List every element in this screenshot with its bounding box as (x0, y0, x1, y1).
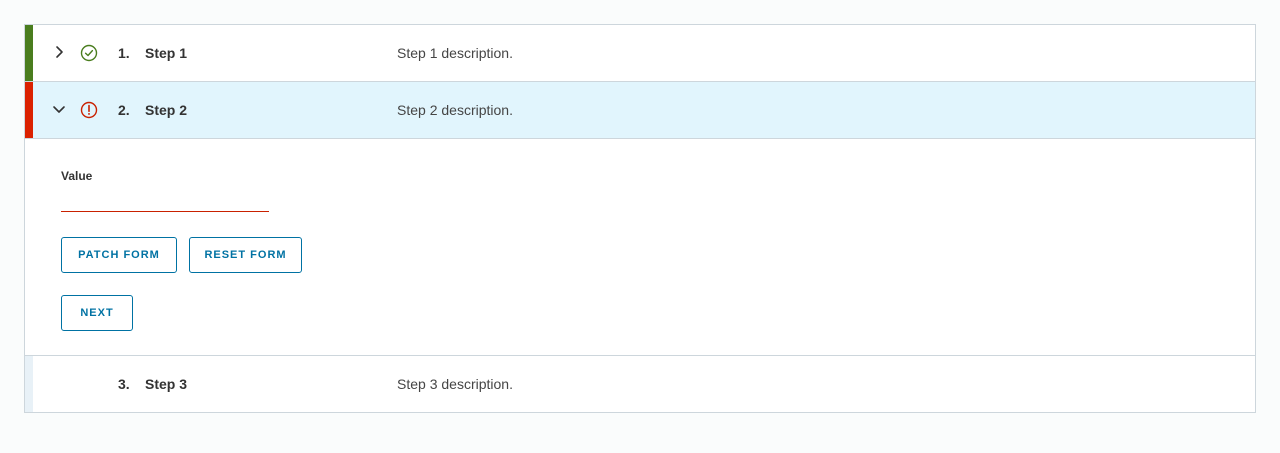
step-1-description: Step 1 description. (397, 45, 513, 61)
step-1-status-bar (25, 25, 33, 81)
step-3-description: Step 3 description. (397, 376, 513, 392)
patch-form-button[interactable]: PATCH FORM (61, 237, 177, 273)
value-field-label: Value (61, 169, 93, 183)
reset-form-button[interactable]: RESET FORM (189, 237, 302, 273)
value-field[interactable] (61, 191, 269, 212)
next-button[interactable]: NEXT (61, 295, 133, 331)
step-3-header[interactable]: 3. Step 3 Step 3 description. (25, 356, 1255, 412)
step-2-content: Value PATCH FORM RESET FORM NEXT (25, 139, 1255, 356)
stepper: 1. Step 1 Step 1 description. 2. Step 2 … (24, 24, 1256, 413)
chevron-down-icon[interactable] (51, 101, 67, 117)
step-1-number: 1. (118, 45, 130, 61)
check-circle-icon (80, 44, 98, 62)
step-3-title: Step 3 (145, 376, 188, 392)
step-1-title: Step 1 (145, 45, 188, 61)
step-3-number: 3. (118, 376, 130, 392)
step-2-number: 2. (118, 102, 130, 118)
exclamation-circle-icon (80, 101, 98, 119)
step-3-status-bar (25, 356, 33, 412)
step-2-description: Step 2 description. (397, 102, 513, 118)
step-2-header[interactable]: 2. Step 2 Step 2 description. (25, 82, 1255, 139)
step-2-status-bar (25, 82, 33, 138)
chevron-right-icon[interactable] (51, 44, 67, 60)
step-1-header[interactable]: 1. Step 1 Step 1 description. (25, 25, 1255, 82)
step-2-title: Step 2 (145, 102, 188, 118)
